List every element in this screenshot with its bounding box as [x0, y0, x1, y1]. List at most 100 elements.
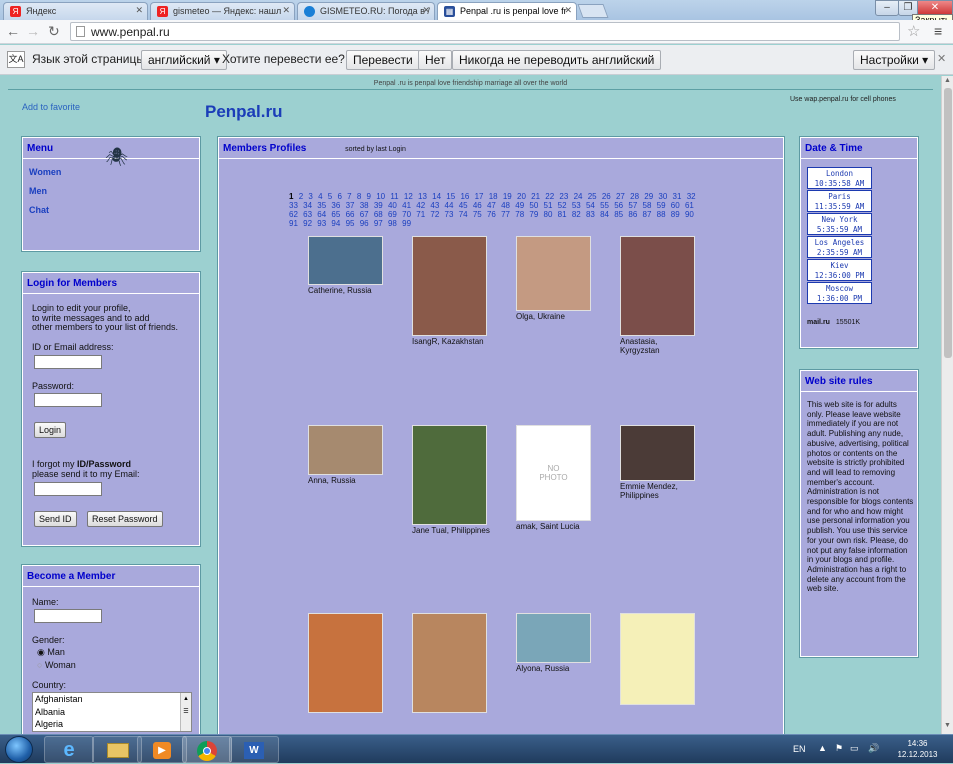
page-link[interactable]: 62 — [289, 210, 298, 219]
page-link[interactable]: 6 — [337, 192, 341, 201]
explorer-icon[interactable] — [92, 736, 142, 763]
page-link[interactable]: 28 — [630, 192, 639, 201]
page-link[interactable]: 30 — [658, 192, 667, 201]
profile-photo[interactable] — [516, 613, 591, 663]
password-field[interactable] — [34, 393, 102, 407]
page-link[interactable]: 70 — [402, 210, 411, 219]
word-icon[interactable]: W — [229, 736, 279, 763]
radio-checked-icon[interactable]: ◉ — [37, 647, 45, 657]
close-translate-icon[interactable]: ✕ — [937, 52, 946, 65]
profile-photo[interactable] — [620, 613, 695, 705]
tab-gismeteo[interactable]: GISMETEO.RU: Погода в / ✕ — [297, 2, 435, 20]
page-link[interactable]: 80 — [544, 210, 553, 219]
profile-card[interactable]: Olga, Ukraine — [516, 236, 594, 321]
profile-photo[interactable] — [412, 236, 487, 336]
bookmark-star-icon[interactable]: ☆ — [907, 22, 920, 40]
page-link[interactable]: 13 — [418, 192, 427, 201]
page-link[interactable]: 82 — [572, 210, 581, 219]
page-link[interactable]: 20 — [517, 192, 526, 201]
page-link[interactable]: 72 — [430, 210, 439, 219]
country-option[interactable]: Afghanistan — [35, 693, 191, 706]
page-link[interactable]: 77 — [501, 210, 510, 219]
back-arrow-icon[interactable]: ← — [6, 23, 20, 39]
page-link[interactable]: 84 — [600, 210, 609, 219]
page-link[interactable]: 32 — [687, 192, 696, 201]
page-link[interactable]: 21 — [531, 192, 540, 201]
page-link[interactable]: 94 — [331, 219, 340, 228]
page-link[interactable]: 57 — [628, 201, 637, 210]
page-link[interactable]: 7 — [347, 192, 351, 201]
ie-icon[interactable]: e — [44, 736, 94, 763]
page-link[interactable]: 60 — [671, 201, 680, 210]
page-link[interactable]: 22 — [545, 192, 554, 201]
tab-gismeteo-search[interactable]: Я gismeteo — Яндекс: нашл ✕ — [150, 2, 295, 20]
page-link[interactable]: 26 — [602, 192, 611, 201]
page-link[interactable]: 88 — [657, 210, 666, 219]
page-link[interactable]: 4 — [318, 192, 322, 201]
page-link[interactable]: 49 — [515, 201, 524, 210]
profile-name[interactable]: Jane Tual, Philippines — [412, 526, 490, 535]
site-logo[interactable]: Penpal.ru — [205, 102, 282, 122]
profile-photo[interactable] — [620, 425, 695, 481]
page-link[interactable]: 15 — [446, 192, 455, 201]
page-link[interactable]: 36 — [331, 201, 340, 210]
page-link[interactable]: 59 — [657, 201, 666, 210]
send-id-button[interactable]: Send ID — [34, 511, 77, 527]
page-link[interactable]: 39 — [374, 201, 383, 210]
menu-item-women[interactable]: Women — [29, 167, 61, 177]
profile-card[interactable]: Anna, Russia — [308, 425, 386, 485]
profile-card[interactable]: Jane Tual, Philippines — [412, 425, 490, 535]
page-link[interactable]: 8 — [357, 192, 361, 201]
network-icon[interactable]: ▭ — [850, 743, 859, 754]
volume-icon[interactable]: 🔊 — [868, 743, 879, 754]
profile-card[interactable] — [620, 613, 698, 706]
page-link[interactable]: 25 — [588, 192, 597, 201]
page-link[interactable]: 61 — [685, 201, 694, 210]
gender-man-option[interactable]: ◉ Man — [37, 647, 65, 658]
scroll-down-arrow-icon[interactable]: ▼ — [944, 722, 951, 729]
profile-card[interactable]: Anastasia, Kyrgyzstan — [620, 236, 698, 355]
tab-close-icon[interactable]: ✕ — [564, 5, 572, 16]
page-link[interactable]: 40 — [388, 201, 397, 210]
language-select[interactable]: английский ▾ — [141, 50, 227, 70]
page-link[interactable]: 63 — [303, 210, 312, 219]
profile-photo[interactable]: NO PHOTO — [516, 425, 591, 521]
url-input[interactable]: www.penpal.ru — [70, 22, 900, 41]
profile-name[interactable]: Anna, Russia — [308, 476, 386, 485]
page-link[interactable]: 92 — [303, 219, 312, 228]
page-link[interactable]: 71 — [416, 210, 425, 219]
profile-name[interactable]: Alyona, Russia — [516, 664, 594, 673]
page-link[interactable]: 33 — [289, 201, 298, 210]
page-link[interactable]: 65 — [331, 210, 340, 219]
page-link[interactable]: 44 — [445, 201, 454, 210]
page-link[interactable]: 64 — [317, 210, 326, 219]
counter-badge[interactable]: mail.ru 15501K — [807, 319, 860, 326]
language-indicator[interactable]: EN — [793, 744, 806, 754]
start-button[interactable] — [5, 736, 33, 763]
page-link[interactable]: 37 — [346, 201, 355, 210]
page-link[interactable]: 43 — [430, 201, 439, 210]
tab-penpal[interactable]: ▦ Penpal .ru is penpal love fr ✕ — [437, 2, 577, 20]
listbox-scrollbar[interactable]: ▲ ☰ — [180, 693, 191, 731]
scroll-up-arrow-icon[interactable]: ▲ — [944, 77, 951, 84]
page-link[interactable]: 86 — [628, 210, 637, 219]
profile-card[interactable]: Emmie Mendez, Philippines — [620, 425, 698, 500]
profile-card[interactable] — [412, 613, 490, 714]
minimize-button[interactable]: – — [875, 0, 899, 16]
profile-photo[interactable] — [308, 613, 383, 713]
radio-unchecked-icon[interactable]: ○ — [37, 660, 42, 670]
page-link[interactable]: 54 — [586, 201, 595, 210]
page-link[interactable]: 79 — [529, 210, 538, 219]
page-link[interactable]: 78 — [515, 210, 524, 219]
page-link[interactable]: 19 — [503, 192, 512, 201]
page-link[interactable]: 56 — [614, 201, 623, 210]
translate-settings-button[interactable]: Настройки ▾ — [853, 50, 936, 70]
profile-photo[interactable] — [308, 425, 383, 475]
chrome-icon[interactable] — [182, 736, 232, 763]
profile-name[interactable]: Emmie Mendez, Philippines — [620, 482, 698, 500]
page-link[interactable]: 34 — [303, 201, 312, 210]
page-link[interactable]: 48 — [501, 201, 510, 210]
translate-button[interactable]: Перевести — [346, 50, 420, 70]
page-link[interactable]: 10 — [376, 192, 385, 201]
page-link[interactable]: 27 — [616, 192, 625, 201]
